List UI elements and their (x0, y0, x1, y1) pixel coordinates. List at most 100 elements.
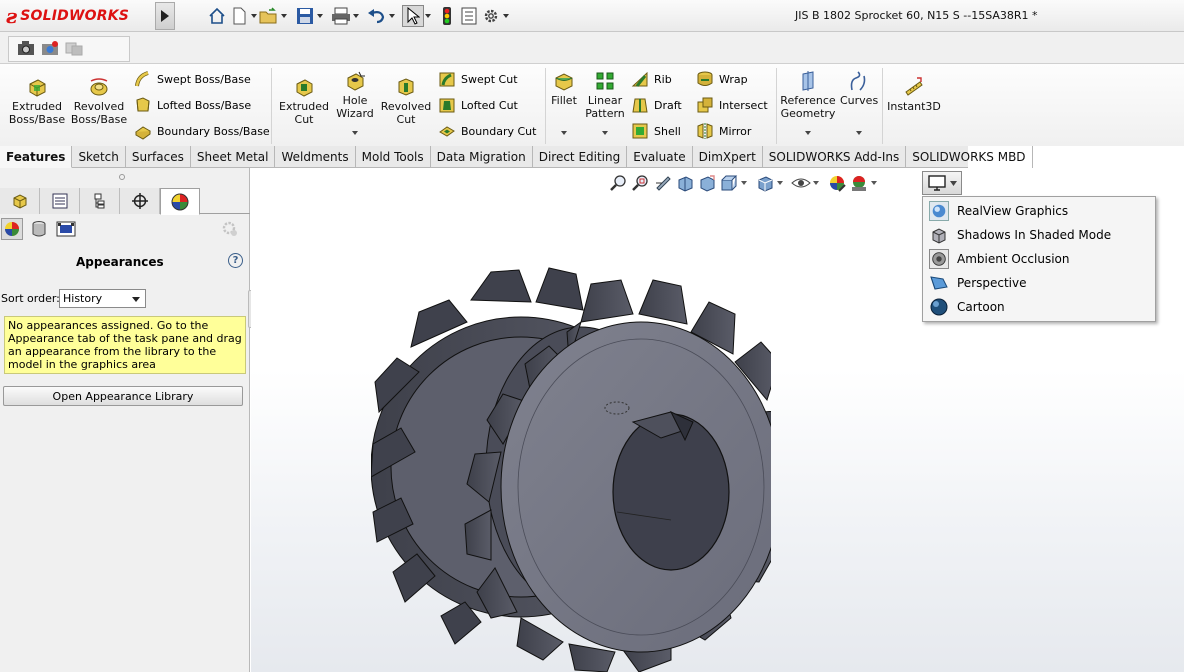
fillet-button[interactable]: Fillet (549, 70, 579, 107)
stop-record-icon[interactable] (65, 40, 83, 59)
apply-scene-icon[interactable] (848, 172, 870, 194)
swept-cut-button[interactable]: Swept Cut (438, 70, 518, 88)
tab-evaluate[interactable]: Evaluate (627, 146, 693, 168)
help-icon[interactable]: ? (228, 253, 243, 268)
revolved-boss-button[interactable]: Revolved Boss/Base (70, 76, 128, 126)
linear-pattern-button[interactable]: Linear Pattern (584, 70, 626, 120)
decals-view-button[interactable] (28, 218, 50, 240)
draft-button[interactable]: Draft (631, 96, 682, 114)
record-video-icon[interactable] (41, 40, 59, 59)
tab-weldments[interactable]: Weldments (275, 146, 356, 168)
menu-item-cartoon[interactable]: Cartoon (925, 295, 1153, 319)
display-style-dropdown[interactable] (776, 181, 784, 185)
extruded-boss-button[interactable]: Extruded Boss/Base (8, 76, 66, 126)
boundary-cut-button[interactable]: Boundary Cut (438, 122, 536, 140)
hole-wizard-button[interactable]: Hole Wizard (334, 70, 376, 120)
tab-mold-tools[interactable]: Mold Tools (356, 146, 431, 168)
wrap-button[interactable]: Wrap (696, 70, 748, 88)
reference-geometry-dropdown[interactable] (805, 131, 811, 135)
lofted-boss-button[interactable]: Lofted Boss/Base (134, 96, 251, 114)
configuration-manager-tab[interactable] (80, 188, 120, 214)
home-icon[interactable] (206, 5, 228, 27)
apply-scene-dropdown[interactable] (870, 181, 878, 185)
property-manager-tab[interactable] (40, 188, 80, 214)
open-appearance-library-button[interactable]: Open Appearance Library (3, 386, 243, 406)
zoom-to-fit-icon[interactable] (608, 172, 630, 194)
zoom-to-area-icon[interactable] (630, 172, 652, 194)
dimxpert-manager-tab[interactable] (120, 188, 160, 214)
menu-expand-button[interactable] (155, 2, 175, 30)
tab-sheet-metal[interactable]: Sheet Metal (191, 146, 276, 168)
edit-appearance-icon[interactable] (826, 172, 848, 194)
sprocket-model[interactable] (371, 262, 771, 672)
rib-button[interactable]: Rib (631, 70, 672, 88)
print-dropdown[interactable] (352, 5, 360, 27)
camera-icon[interactable] (17, 40, 35, 59)
hole-wizard-dropdown[interactable] (352, 131, 358, 135)
curves-dropdown[interactable] (856, 131, 862, 135)
previous-view-icon[interactable] (652, 172, 674, 194)
new-dropdown[interactable] (250, 5, 258, 27)
tab-dimxpert[interactable]: DimXpert (693, 146, 763, 168)
instant3d-button[interactable]: Instant3D (886, 76, 942, 113)
swept-boss-button[interactable]: Swept Boss/Base (134, 70, 251, 88)
dynamic-annotation-icon[interactable] (696, 172, 718, 194)
open-folder-icon[interactable] (258, 5, 280, 27)
file-properties-icon[interactable] (458, 5, 480, 27)
curves-icon (850, 71, 866, 91)
tab-sketch[interactable]: Sketch (72, 146, 126, 168)
linear-pattern-dropdown[interactable] (602, 131, 608, 135)
section-view-icon[interactable] (674, 172, 696, 194)
sort-order-select[interactable]: History (59, 289, 146, 308)
view-settings-button[interactable] (922, 171, 962, 195)
reference-geometry-button[interactable]: Reference Geometry (779, 70, 837, 120)
document-title: JIS B 1802 Sprocket 60, N15 S --15SA38R1… (795, 9, 1038, 22)
fillet-dropdown[interactable] (561, 131, 567, 135)
new-document-icon[interactable] (228, 5, 250, 27)
undo-icon[interactable] (366, 5, 388, 27)
panel-grip[interactable] (119, 174, 125, 180)
solidworks-logo[interactable]: ƨ SOLIDWORKS (6, 3, 154, 29)
save-dropdown[interactable] (316, 5, 324, 27)
undo-dropdown[interactable] (388, 5, 396, 27)
tab-features[interactable]: Features (0, 146, 73, 168)
tab-solidworks-mbd[interactable]: SOLIDWORKS MBD (906, 146, 1033, 168)
open-dropdown[interactable] (280, 5, 288, 27)
display-manager-tab[interactable] (160, 188, 200, 215)
mirror-button[interactable]: Mirror (696, 122, 751, 140)
extruded-cut-button[interactable]: Extruded Cut (276, 76, 332, 126)
options-dropdown[interactable] (502, 5, 510, 27)
rib-icon (631, 71, 648, 87)
select-dropdown[interactable] (424, 5, 432, 27)
revolved-cut-button[interactable]: Revolved Cut (380, 76, 432, 126)
lofted-cut-button[interactable]: Lofted Cut (438, 96, 518, 114)
hide-show-items-icon[interactable] (790, 172, 812, 194)
boundary-boss-button[interactable]: Boundary Boss/Base (134, 122, 270, 140)
view-orientation-icon[interactable] (718, 172, 740, 194)
rebuild-traffic-light-icon[interactable] (436, 5, 458, 27)
menu-item-ambient-occlusion[interactable]: Ambient Occlusion (925, 247, 1153, 271)
curves-button[interactable]: Curves (840, 70, 878, 107)
print-icon[interactable] (330, 5, 352, 27)
tab-solidworks-add-ins[interactable]: SOLIDWORKS Add-Ins (763, 146, 907, 168)
chevron-down-icon (949, 180, 957, 186)
display-style-icon[interactable] (754, 172, 776, 194)
view-orientation-dropdown[interactable] (740, 181, 748, 185)
menu-item-shadows-in-shaded-mode[interactable]: Shadows In Shaded Mode (925, 223, 1153, 247)
tab-direct-editing[interactable]: Direct Editing (533, 146, 628, 168)
ribbon-separator (776, 68, 777, 144)
hide-show-dropdown[interactable] (812, 181, 820, 185)
select-arrow-icon[interactable] (402, 5, 424, 27)
menu-item-perspective[interactable]: Perspective (925, 271, 1153, 295)
tab-surfaces[interactable]: Surfaces (126, 146, 191, 168)
intersect-button[interactable]: Intersect (696, 96, 768, 114)
scenes-view-button[interactable] (55, 218, 77, 240)
menu-item-realview-graphics[interactable]: RealView Graphics (925, 199, 1153, 223)
scene-icon (56, 221, 76, 237)
appearances-view-button[interactable] (1, 218, 23, 240)
feature-manager-tab[interactable] (0, 188, 40, 214)
options-gear-icon[interactable] (480, 5, 502, 27)
shell-button[interactable]: Shell (631, 122, 681, 140)
save-icon[interactable] (294, 5, 316, 27)
tab-data-migration[interactable]: Data Migration (431, 146, 533, 168)
